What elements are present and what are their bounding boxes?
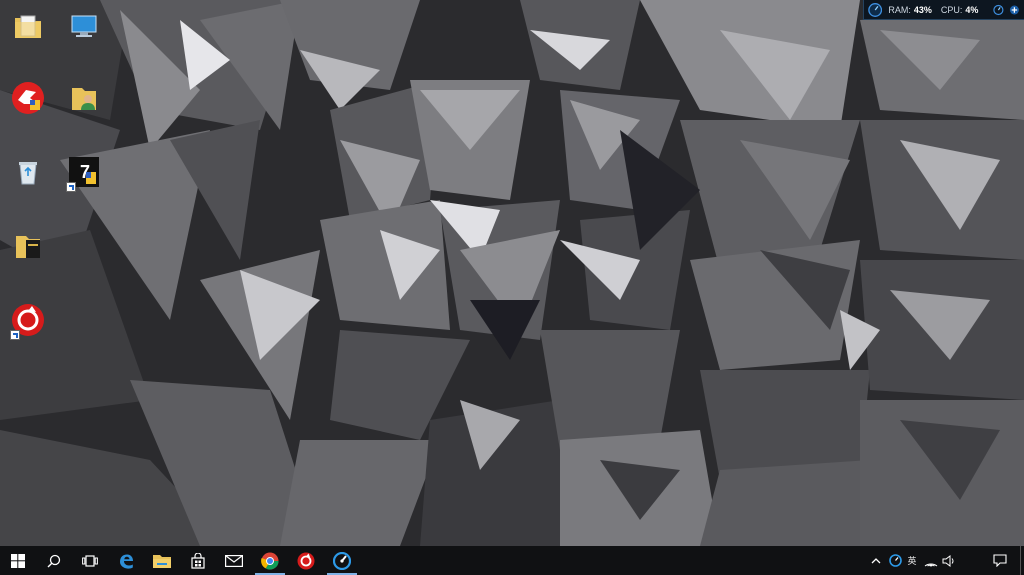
ram-label: RAM: (888, 4, 911, 15)
task-view-icon (82, 554, 98, 567)
folder-document-icon[interactable] (8, 6, 48, 46)
red-dragon-app-icon[interactable] (8, 78, 48, 118)
task-view-button[interactable] (72, 546, 108, 575)
folder-icon (153, 554, 171, 568)
chrome-button[interactable] (252, 546, 288, 575)
ime-indicator[interactable]: 英 (904, 546, 920, 575)
expand-plus-icon[interactable] (1009, 4, 1020, 16)
volume-button[interactable] (940, 546, 958, 575)
driver-booster-button[interactable] (288, 546, 324, 575)
edge-icon (120, 554, 133, 569)
ram-value: 43% (913, 4, 932, 15)
show-hidden-icons-button[interactable] (868, 546, 884, 575)
action-center-button[interactable] (990, 546, 1010, 575)
folder-book-icon[interactable] (8, 226, 48, 266)
show-desktop-button[interactable] (1020, 546, 1024, 575)
cpu-label: CPU: (940, 4, 963, 15)
desktop-wallpaper (0, 0, 1024, 546)
systemcare-tray-button[interactable] (886, 546, 904, 575)
shortcut-arrow-icon (66, 182, 76, 192)
taskbar: 英 (0, 546, 1024, 575)
advanced-systemcare-icon (333, 551, 351, 570)
search-icon (47, 554, 61, 567)
chevron-up-icon (871, 558, 881, 564)
advanced-systemcare-tray-icon (888, 554, 902, 567)
mail-icon (225, 554, 243, 567)
ime-text: 英 (907, 556, 917, 566)
cpu-value: 4% (965, 4, 979, 15)
driver-booster-icon (297, 552, 315, 569)
edge-button[interactable] (108, 546, 144, 575)
mail-button[interactable] (216, 546, 252, 575)
file-explorer-button[interactable] (144, 546, 180, 575)
recycle-bin-icon[interactable] (8, 152, 48, 192)
system-monitor-widget[interactable]: RAM: 43% CPU: 4% (863, 0, 1024, 20)
search-button[interactable] (36, 546, 72, 575)
chrome-icon (261, 552, 279, 570)
network-button[interactable] (922, 546, 940, 575)
wifi-icon (924, 563, 938, 566)
this-pc-icon[interactable] (64, 6, 104, 46)
advanced-systemcare-button[interactable] (324, 546, 360, 575)
driver-booster-shortcut-icon[interactable] (8, 300, 48, 340)
speedometer-icon (868, 2, 883, 17)
boost-icon[interactable] (993, 4, 1004, 16)
shortcut-arrow-icon (10, 330, 20, 340)
notification-icon (993, 554, 1007, 567)
store-button[interactable] (180, 546, 216, 575)
start-button[interactable] (0, 546, 36, 575)
7-zip-shortcut-icon[interactable]: 7 (64, 152, 104, 192)
user-folder-icon[interactable] (64, 78, 104, 118)
speaker-icon (942, 554, 954, 567)
windows-logo-icon (11, 553, 25, 568)
store-bag-icon (191, 552, 205, 569)
